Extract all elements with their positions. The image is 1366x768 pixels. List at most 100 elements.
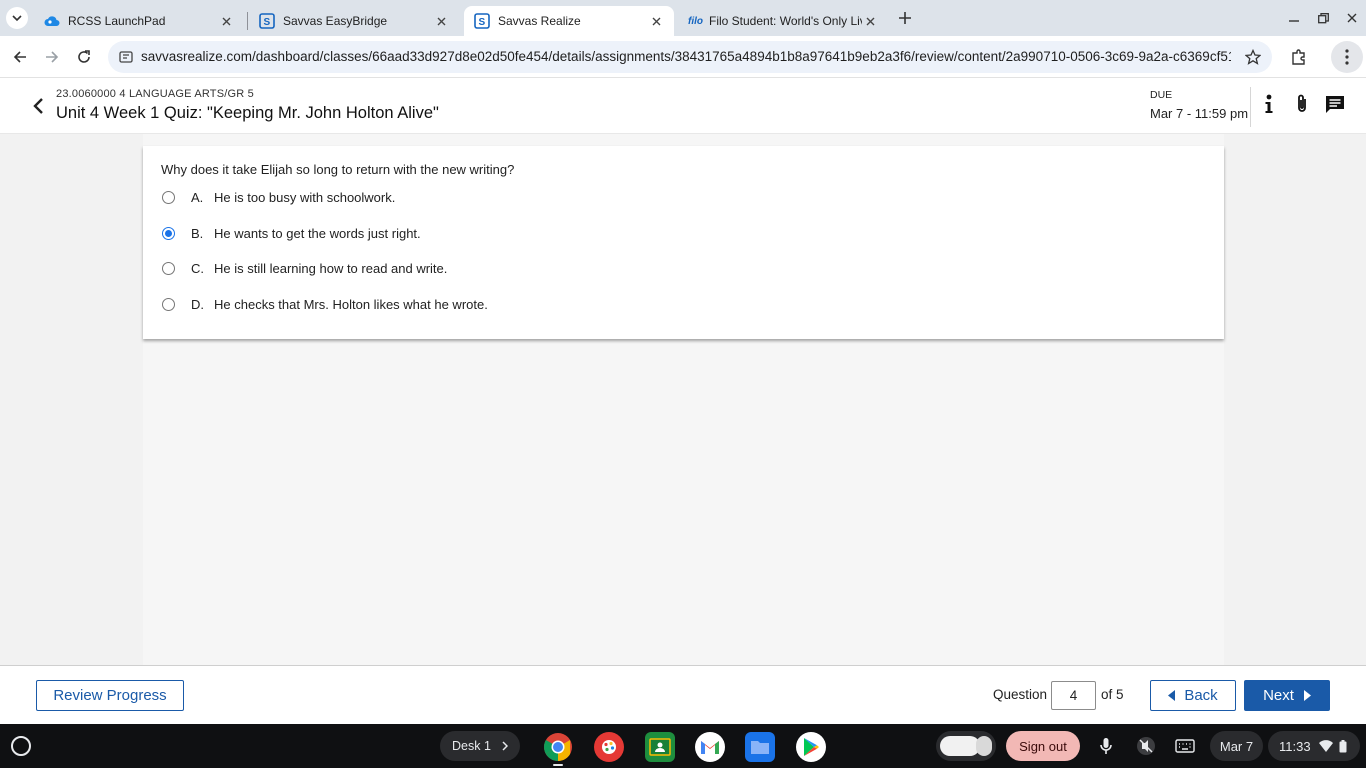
cloud-icon	[44, 13, 60, 29]
browser-tab-strip: RCSS LaunchPad S Savvas EasyBridge S Sav…	[0, 0, 1366, 36]
close-icon[interactable]	[218, 13, 234, 29]
close-icon	[1347, 13, 1357, 23]
close-icon[interactable]	[433, 13, 449, 29]
back-to-assignments-button[interactable]	[28, 96, 48, 116]
question-card: Why does it take Elijah so long to retur…	[143, 146, 1224, 339]
minimize-icon	[1289, 20, 1299, 22]
site-info-icon[interactable]	[118, 49, 134, 65]
answer-choice-a[interactable]: A. He is too busy with schoolwork.	[161, 187, 395, 207]
bookmark-star-icon[interactable]	[1244, 48, 1262, 66]
caret-right-icon	[1303, 690, 1311, 701]
classroom-icon[interactable]	[645, 732, 675, 762]
info-button[interactable]	[1258, 93, 1280, 115]
answer-choice-d[interactable]: D. He checks that Mrs. Holton likes what…	[161, 294, 488, 314]
tab-savvas-easybridge[interactable]: S Savvas EasyBridge	[249, 6, 459, 36]
choice-text: He checks that Mrs. Holton likes what he…	[214, 296, 488, 312]
restore-icon	[1317, 12, 1329, 23]
close-window-button[interactable]	[1342, 8, 1362, 28]
files-icon[interactable]	[745, 732, 775, 762]
back-button-label: Back	[1184, 687, 1218, 704]
launcher-button[interactable]	[8, 733, 34, 759]
choice-letter: A.	[191, 189, 204, 205]
due-label: DUE	[1150, 89, 1173, 101]
screen-capture-icon[interactable]	[1134, 734, 1158, 758]
review-progress-button[interactable]: Review Progress	[36, 680, 184, 711]
answer-choice-c[interactable]: C. He is still learning how to read and …	[161, 258, 447, 278]
choice-letter: D.	[191, 296, 204, 312]
extensions-button[interactable]	[1288, 46, 1310, 68]
status-tray[interactable]: 11:33	[1268, 731, 1360, 761]
puzzle-icon	[1292, 49, 1305, 65]
radio-button-a[interactable]	[162, 190, 175, 204]
paperclip-icon	[1298, 94, 1306, 112]
choice-letter: C.	[191, 260, 204, 276]
course-code: 23.0060000 4 LANGUAGE ARTS/GR 5	[56, 88, 254, 100]
desk-switcher[interactable]: Desk 1	[440, 731, 520, 761]
savvas-icon: S	[259, 13, 275, 29]
reload-button[interactable]	[73, 46, 95, 68]
attachments-button[interactable]	[1291, 93, 1313, 115]
play-store-icon[interactable]	[796, 732, 826, 762]
svg-text:S: S	[479, 17, 486, 28]
radio-button-b[interactable]	[162, 226, 175, 240]
address-bar[interactable]: savvasrealize.com/dashboard/classes/66aa…	[108, 41, 1272, 73]
next-button[interactable]: Next	[1244, 680, 1330, 711]
question-prompt: Why does it take Elijah so long to retur…	[161, 162, 515, 177]
os-shelf: Desk 1 Sign out Mar 7 11:33	[0, 724, 1366, 768]
sign-out-button[interactable]: Sign out	[1006, 731, 1080, 761]
new-tab-button[interactable]	[895, 8, 915, 28]
radio-button-d[interactable]	[162, 297, 175, 311]
choice-letter: B.	[191, 225, 204, 241]
arrow-right-icon	[46, 51, 59, 63]
back-button[interactable]: Back	[1150, 680, 1236, 711]
browser-menu-button[interactable]	[1331, 41, 1363, 73]
reload-icon	[78, 50, 90, 63]
time-display: 11:33	[1279, 738, 1311, 754]
question-label: Question	[993, 687, 1048, 702]
caret-left-icon	[1168, 690, 1176, 701]
tab-filo-student[interactable]: filo Filo Student: World's Only Live	[678, 6, 888, 36]
choice-text: He is still learning how to read and wri…	[214, 260, 448, 276]
input-toggle[interactable]	[936, 731, 996, 761]
tab-title: Filo Student: World's Only Live	[709, 14, 862, 28]
header-divider	[1250, 87, 1251, 127]
close-icon[interactable]	[648, 13, 664, 29]
battery-icon	[1339, 739, 1347, 752]
tab-search-button[interactable]	[6, 7, 28, 29]
chevron-down-icon	[12, 15, 22, 22]
microphone-icon[interactable]	[1094, 734, 1118, 758]
tab-rcss-launchpad[interactable]: RCSS LaunchPad	[34, 6, 244, 36]
launcher-icon	[11, 736, 31, 756]
active-app-indicator	[553, 764, 563, 766]
savvas-icon: S	[474, 13, 490, 29]
chevron-right-icon	[499, 739, 511, 753]
chrome-icon[interactable]	[543, 732, 573, 762]
more-vert-icon	[1345, 49, 1349, 65]
due-date: Mar 7 - 11:59 pm	[1150, 106, 1249, 121]
gmail-icon[interactable]	[695, 732, 725, 762]
comment-icon	[1326, 95, 1344, 113]
browser-forward-button[interactable]	[41, 46, 63, 68]
chevron-left-icon	[33, 98, 43, 114]
desk-label: Desk 1	[452, 739, 491, 753]
info-icon	[1265, 94, 1273, 113]
assignment-header: 23.0060000 4 LANGUAGE ARTS/GR 5 Unit 4 W…	[0, 79, 1366, 134]
browser-back-button[interactable]	[9, 46, 31, 68]
date-display[interactable]: Mar 7	[1210, 731, 1263, 761]
canvas-icon[interactable]	[594, 732, 624, 762]
comments-button[interactable]	[1324, 93, 1346, 115]
keyboard-icon[interactable]	[1173, 734, 1197, 758]
restore-button[interactable]	[1313, 8, 1333, 28]
answer-choice-b[interactable]: B. He wants to get the words just right.	[161, 223, 421, 243]
radio-button-c[interactable]	[162, 261, 175, 275]
toggle-knob	[940, 736, 980, 756]
question-total: of 5	[1101, 687, 1124, 702]
close-icon[interactable]	[862, 13, 878, 29]
minimize-button[interactable]	[1284, 8, 1304, 28]
tab-title: RCSS LaunchPad	[68, 14, 166, 28]
tab-savvas-realize[interactable]: S Savvas Realize	[464, 6, 674, 36]
question-number-input[interactable]	[1051, 681, 1096, 710]
tab-title: Savvas Realize	[498, 14, 581, 28]
toggle-knob	[976, 736, 992, 756]
url-text: savvasrealize.com/dashboard/classes/66aa…	[141, 49, 1231, 64]
